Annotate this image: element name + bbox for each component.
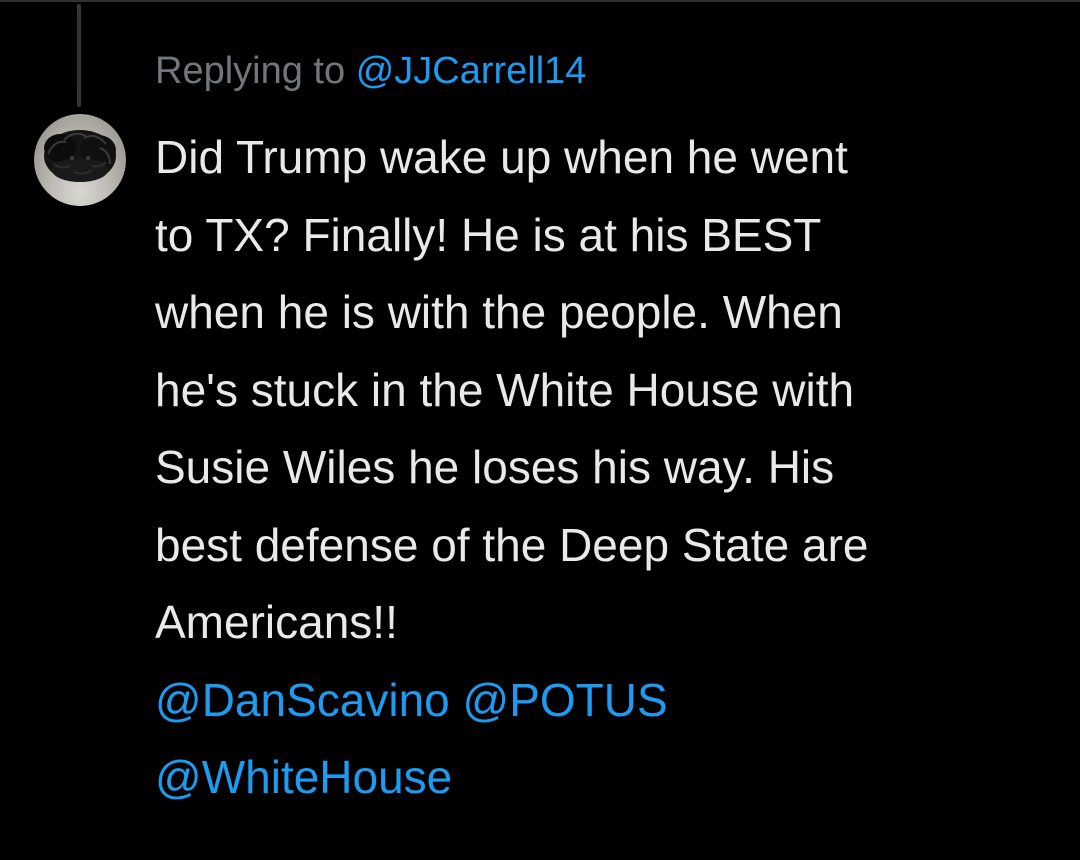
tweet-reply-view: Replying to @JJCarrell14 Did Trump wake … xyxy=(0,0,1080,860)
tweet-text-line: Susie Wiles he loses his way. His xyxy=(155,441,835,493)
top-divider xyxy=(0,0,1080,2)
replying-to-context: Replying to @JJCarrell14 xyxy=(155,48,586,94)
tweet-text-line: he's stuck in the White House with xyxy=(155,363,855,416)
tweet-text-line: best defense of the Deep State are xyxy=(155,518,869,571)
mentions-line: @WhiteHouse xyxy=(155,739,1055,817)
replying-to-handle-link[interactable]: @JJCarrell14 xyxy=(356,50,587,92)
mentions-line: @DanScavino @POTUS xyxy=(155,662,1055,740)
tweet-text-line: to TX? Finally! He is at his BEST xyxy=(155,208,822,261)
mention-link-danscavino[interactable]: @DanScavino xyxy=(155,674,450,726)
avatar[interactable] xyxy=(34,114,126,206)
thread-connector-line xyxy=(77,4,81,107)
tweet-text: Did Trump wake up when he went to TX? Fi… xyxy=(155,119,1055,817)
profile-photo-dog-icon xyxy=(44,130,116,182)
tweet-text-line: Did Trump wake up when he went xyxy=(155,131,848,183)
mention-link-potus[interactable]: @POTUS xyxy=(463,674,668,726)
tweet-text-line: Americans!! xyxy=(155,596,398,648)
replying-to-label: Replying to xyxy=(155,50,346,92)
tweet-text-line: when he is with the people. When xyxy=(155,286,843,338)
mention-link-whitehouse[interactable]: @WhiteHouse xyxy=(155,751,452,803)
